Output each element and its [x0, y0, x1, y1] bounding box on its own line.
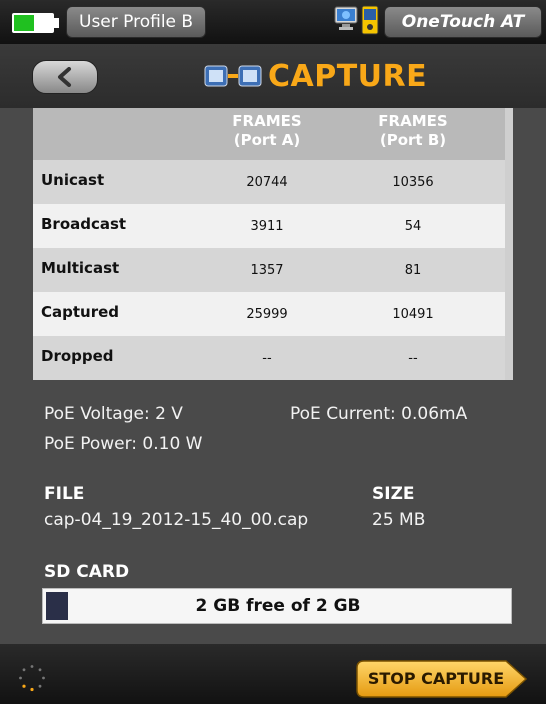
port-a-value: 25999 — [246, 307, 288, 322]
table-header: FRAMES (Port A) FRAMES (Port B) — [33, 108, 505, 160]
port-b-value: 54 — [404, 219, 422, 234]
port-b-value: 10491 — [392, 307, 434, 322]
port-b-value: 81 — [404, 263, 422, 278]
table-row-dropped: Dropped -- -- — [33, 336, 505, 380]
busy-spinner-icon — [19, 665, 45, 692]
column-header-port-b: FRAMES (Port B) — [378, 112, 448, 149]
table-row-unicast: Unicast 20744 10356 — [33, 160, 505, 204]
file-name: cap-04_19_2012-15_40_00.cap — [44, 510, 309, 530]
table-row-multicast: Multicast 1357 81 — [33, 248, 505, 292]
sd-card-heading: SD CARD — [44, 562, 130, 582]
stop-capture-label: STOP CAPTURE — [367, 669, 505, 688]
row-label: Multicast — [41, 259, 120, 277]
row-label: Dropped — [41, 347, 114, 365]
port-b-value: -- — [408, 351, 418, 366]
port-b-value: 10356 — [392, 175, 434, 190]
sd-card-status: 2 GB free of 2 GB — [195, 596, 361, 616]
poe-current: PoE Current: 0.06mA — [290, 404, 468, 424]
poe-voltage: PoE Voltage: 2 V — [44, 404, 183, 424]
tester-icon[interactable] — [361, 5, 379, 35]
row-label: Unicast — [41, 171, 105, 189]
table-row-captured: Captured 25999 10491 — [33, 292, 505, 336]
size-heading: SIZE — [372, 484, 415, 504]
port-a-value: 20744 — [246, 175, 288, 190]
poe-power: PoE Power: 0.10 W — [44, 434, 203, 454]
file-heading: FILE — [44, 484, 85, 504]
sd-card-usage-bar: 2 GB free of 2 GB — [42, 588, 512, 624]
user-profile-button[interactable]: User Profile B — [66, 6, 206, 38]
port-a-value: 3911 — [250, 219, 284, 234]
stop-capture-button[interactable]: STOP CAPTURE — [356, 660, 528, 698]
battery-icon — [12, 13, 59, 33]
capture-ports-icon — [204, 65, 262, 87]
chevron-left-icon — [58, 67, 71, 87]
row-label: Captured — [41, 303, 120, 321]
table-scrollbar[interactable] — [505, 108, 513, 380]
network-icon[interactable] — [334, 6, 358, 32]
column-header-port-a: FRAMES (Port A) — [232, 112, 302, 149]
row-label: Broadcast — [41, 215, 127, 233]
port-a-value: 1357 — [250, 263, 284, 278]
file-size: 25 MB — [372, 510, 426, 530]
frames-table: FRAMES (Port A) FRAMES (Port B) Unicast … — [33, 108, 513, 380]
device-name-button[interactable]: OneTouch AT — [384, 6, 542, 38]
table-row-broadcast: Broadcast 3911 54 — [33, 204, 505, 248]
back-button[interactable] — [32, 60, 98, 94]
page-title: CAPTURE — [268, 59, 428, 94]
port-a-value: -- — [262, 351, 272, 366]
